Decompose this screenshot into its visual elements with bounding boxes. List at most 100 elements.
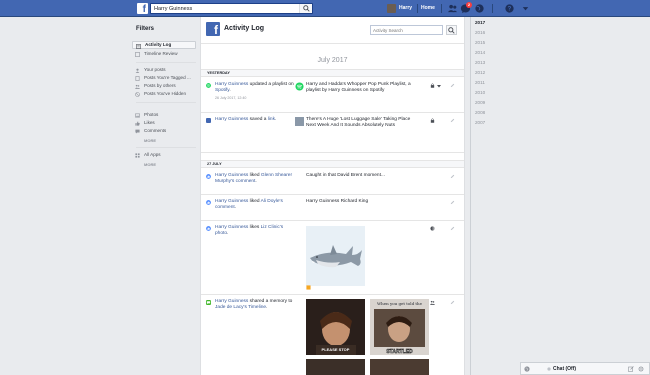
- activity-entry: Harry Guinness liked Ali Doyle's comment…: [201, 195, 464, 221]
- sticker-icon: [306, 285, 311, 290]
- entry-content-link[interactable]: There's A Huge 'Lost Luggage Sale' Takin…: [306, 117, 421, 129]
- entry-content-link[interactable]: Harry Guinness Richard King: [306, 199, 421, 205]
- like-icon: [206, 174, 211, 179]
- actor-link[interactable]: Harry Guinness: [215, 117, 248, 122]
- avatar[interactable]: [387, 4, 396, 13]
- notification-badge: 2: [466, 2, 472, 8]
- year-link-2012[interactable]: 2012: [475, 70, 485, 75]
- new-message-icon[interactable]: [628, 366, 634, 372]
- chat-off-status-icon: [547, 367, 551, 371]
- divider: [136, 102, 196, 103]
- home-link[interactable]: Home: [421, 5, 435, 11]
- account-menu-arrow-icon[interactable]: [520, 3, 531, 14]
- memory-photo-4[interactable]: [370, 359, 429, 375]
- filters-more-link[interactable]: MORE: [144, 138, 156, 143]
- chat-settings-gear-icon[interactable]: [638, 366, 644, 372]
- actor-link[interactable]: Harry Guinness: [215, 199, 248, 204]
- filter-activity-log[interactable]: Activity Log: [132, 41, 196, 49]
- year-link-2007[interactable]: 2007: [475, 120, 485, 125]
- top-navigation-bar: f Harry Home 2 ?: [0, 0, 650, 17]
- year-link-2008[interactable]: 2008: [475, 110, 485, 115]
- activity-search-input[interactable]: [371, 26, 431, 34]
- memory-photo-3[interactable]: [306, 359, 365, 375]
- edit-pencil-icon[interactable]: [450, 200, 455, 205]
- help-icon[interactable]: ?: [504, 3, 515, 14]
- timeline-review-icon: [135, 51, 140, 57]
- activity-entry: Harry Guinness saved a link. There's A H…: [201, 113, 464, 153]
- link-thumbnail[interactable]: [295, 117, 304, 126]
- day-header-yesterday: YESTERDAY: [201, 69, 464, 77]
- entry-content-link[interactable]: Harry and Hadda's Whopper Pop Punk Playl…: [306, 82, 421, 94]
- filter-your-posts[interactable]: Your posts: [132, 66, 196, 74]
- friends-privacy-icon[interactable]: [430, 300, 435, 305]
- entry-action: likes: [248, 225, 261, 230]
- year-link-2013[interactable]: 2013: [475, 60, 485, 65]
- lock-icon[interactable]: [430, 83, 435, 88]
- photo-caption-when-you-get-told: When you get told the: [377, 301, 423, 306]
- year-link-2009[interactable]: 2009: [475, 100, 485, 105]
- year-link-2014[interactable]: 2014: [475, 50, 485, 55]
- entry-tail: .: [266, 305, 268, 311]
- search-icon: [303, 5, 310, 12]
- filter-posts-by-others[interactable]: Posts by others: [132, 82, 196, 90]
- actor-link[interactable]: Harry Guinness: [215, 82, 248, 87]
- edit-pencil-icon[interactable]: [450, 300, 455, 305]
- filter-posts-tagged[interactable]: Posts You're Tagged ...: [132, 74, 196, 82]
- filter-label: Posts by others: [144, 83, 176, 88]
- year-navigation: 2017 2016 2015 2014 2013 2012 2011 2010 …: [470, 17, 502, 375]
- entry-text: Harry Guinness saved a link.: [215, 117, 297, 123]
- memory-photo-1[interactable]: PLEASE STOP: [306, 299, 365, 355]
- like-icon: [206, 200, 211, 205]
- edit-pencil-icon[interactable]: [450, 174, 455, 179]
- shark-photo[interactable]: [306, 226, 365, 286]
- year-link-2015[interactable]: 2015: [475, 40, 485, 45]
- year-link-2016[interactable]: 2016: [475, 30, 485, 35]
- friend-requests-icon[interactable]: [447, 3, 458, 14]
- actor-link[interactable]: Harry Guinness: [215, 225, 248, 230]
- search-button[interactable]: [299, 4, 312, 13]
- activity-search-button[interactable]: [446, 25, 457, 35]
- entry-text: Harry Guinness likes Liz Clinic's photo.: [215, 225, 297, 237]
- edit-pencil-icon[interactable]: [450, 83, 455, 88]
- search-input[interactable]: [151, 4, 296, 13]
- profile-name-link[interactable]: Harry: [399, 5, 412, 11]
- activity-entry: Harry Guinness liked Glenn Shearer Murph…: [201, 169, 464, 195]
- entry-text: Harry Guinness updated a playlist on Spo…: [215, 82, 297, 102]
- actor-link[interactable]: Harry Guinness: [215, 173, 248, 178]
- object-link[interactable]: Jade de Lacy's Timeline: [215, 305, 266, 310]
- object-link[interactable]: Spotify: [215, 88, 229, 93]
- filters-title: Filters: [136, 26, 155, 32]
- filter-label: All Apps: [144, 152, 161, 157]
- friends-privacy-icon[interactable]: [430, 226, 435, 231]
- filter-comments[interactable]: Comments: [132, 127, 196, 135]
- divider: [417, 4, 418, 13]
- filter-photos[interactable]: Photos: [132, 111, 196, 119]
- chat-bar[interactable]: Chat (Off): [520, 362, 650, 375]
- lock-icon[interactable]: [430, 118, 435, 123]
- filter-posts-hidden[interactable]: Posts You've Hidden: [132, 90, 196, 98]
- apps-more-link[interactable]: MORE: [144, 162, 156, 167]
- activity-log-icon: [136, 43, 141, 49]
- filter-likes[interactable]: Likes: [132, 119, 196, 127]
- privacy-dropdown-icon[interactable]: [437, 84, 441, 88]
- filter-label: Likes: [144, 120, 155, 125]
- actor-link[interactable]: Harry Guinness: [215, 299, 248, 304]
- facebook-logo[interactable]: f: [137, 3, 148, 14]
- entry-tail: .: [275, 117, 277, 122]
- object-link[interactable]: link: [268, 117, 275, 122]
- tag-icon: [135, 75, 140, 81]
- filter-all-apps[interactable]: All Apps: [132, 151, 196, 159]
- photo-icon: [135, 113, 140, 117]
- year-link-2017[interactable]: 2017: [475, 20, 485, 25]
- entry-tail: .: [234, 205, 237, 211]
- edit-pencil-icon[interactable]: [450, 226, 455, 231]
- memory-photo-2[interactable]: When you get told the STARTLED: [370, 299, 429, 355]
- filter-timeline-review[interactable]: Timeline Review: [132, 50, 196, 58]
- year-link-2010[interactable]: 2010: [475, 90, 485, 95]
- notifications-globe-icon[interactable]: [474, 3, 485, 14]
- year-link-2011[interactable]: 2011: [475, 80, 485, 85]
- apps-icon: [135, 152, 140, 158]
- photo-caption-please-stop: PLEASE STOP: [322, 347, 350, 352]
- day-header-27-july: 27 JULY: [201, 160, 464, 168]
- edit-pencil-icon[interactable]: [450, 118, 455, 123]
